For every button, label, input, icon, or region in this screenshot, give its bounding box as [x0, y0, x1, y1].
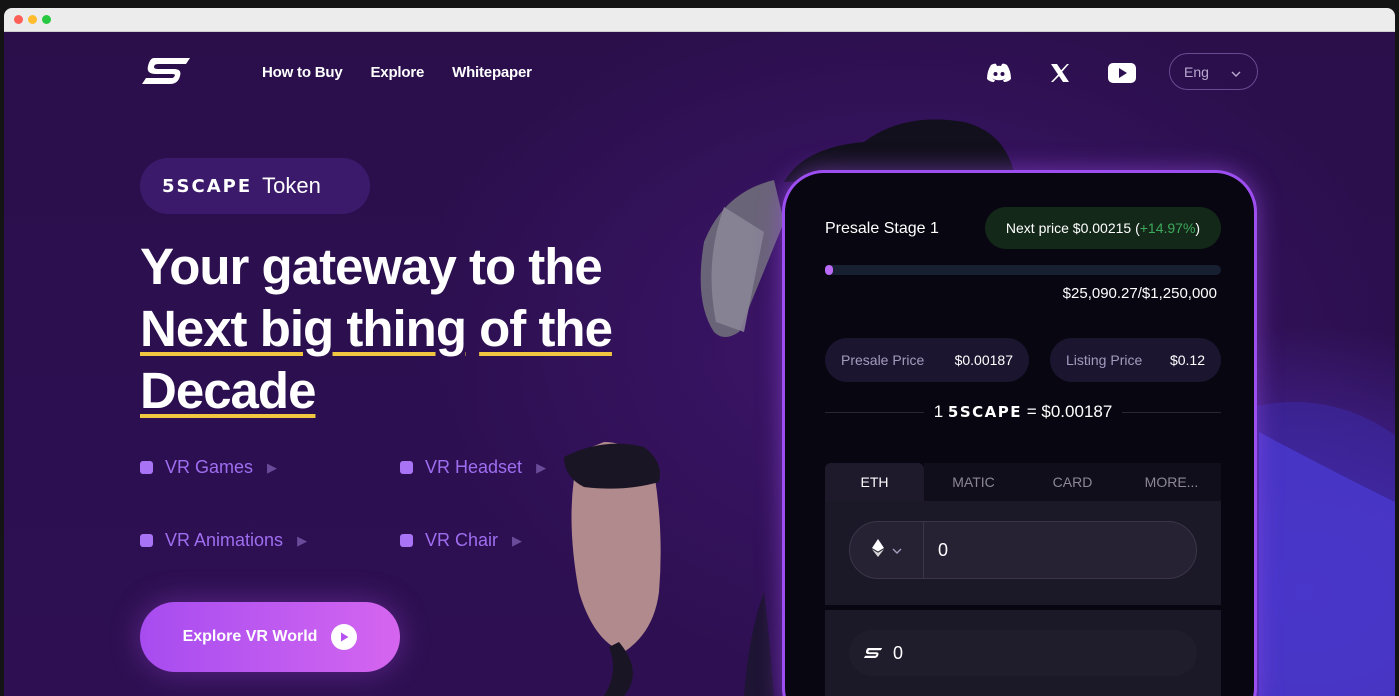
headline-highlight-1: Next big thing — [140, 300, 467, 357]
feature-vr-games[interactable]: VR Games ▶ — [140, 457, 277, 478]
landing-page: How to Buy Explore Whitepaper Eng 5SCAPE… — [4, 32, 1395, 696]
raised-amount: $25,090.27/$1,250,000 — [1062, 285, 1217, 302]
5scape-token-icon — [863, 643, 883, 664]
caret-right-icon: ▶ — [536, 459, 547, 475]
nav-whitepaper[interactable]: Whitepaper — [452, 64, 532, 81]
headline-line-2: Next big thing of the — [140, 298, 613, 360]
rate-brand: 5SCAPE — [947, 403, 1023, 421]
feature-bullet — [140, 461, 153, 474]
exchange-rate: 1 5SCAPE = $0.00187 — [825, 402, 1222, 422]
feature-label: VR Chair — [425, 530, 499, 550]
token-brand: 5SCAPE — [162, 175, 253, 197]
tab-card[interactable]: CARD — [1023, 463, 1122, 501]
language-select[interactable]: Eng — [1169, 53, 1258, 90]
feature-bullet — [400, 461, 413, 474]
cta-label: Explore VR World — [182, 628, 318, 645]
divider — [1122, 411, 1222, 413]
listing-price-label: Listing Price — [1066, 352, 1143, 368]
nav-explore[interactable]: Explore — [371, 64, 425, 81]
feature-bullet — [400, 534, 413, 547]
feature-label: VR Headset — [425, 457, 523, 477]
presale-price-pill: Presale Price $0.00187 — [825, 338, 1029, 382]
presale-stage: Presale Stage 1 — [825, 220, 939, 237]
presale-progress-fill — [825, 265, 833, 275]
x-icon[interactable] — [1045, 59, 1075, 87]
receive-panel: 0 — [825, 610, 1221, 696]
presale-price-value: $0.00187 — [954, 352, 1013, 368]
chevron-down-icon — [892, 541, 902, 559]
presale-price-label: Presale Price — [841, 352, 925, 368]
currency-select[interactable] — [850, 522, 924, 578]
5scape-logo[interactable] — [140, 56, 192, 86]
headline-highlight-3: Decade — [140, 362, 316, 419]
headline-line-1: Your gateway to the — [140, 238, 603, 295]
tab-matic[interactable]: MATIC — [924, 463, 1023, 501]
presale-progress-bar — [825, 265, 1221, 275]
payment-tabs: ETH MATIC CARD MORE... — [825, 463, 1221, 501]
receive-amount: 0 — [893, 642, 904, 663]
next-price-close: ) — [1195, 220, 1201, 236]
caret-right-icon: ▶ — [267, 459, 278, 475]
tab-more[interactable]: MORE... — [1122, 463, 1221, 501]
headline-line-3: Decade — [140, 360, 612, 422]
next-price-badge: Next price $0.00215 (+14.97%) — [985, 207, 1221, 249]
feature-vr-animations[interactable]: VR Animations ▶ — [140, 530, 307, 551]
youtube-icon[interactable] — [1107, 59, 1137, 87]
feature-bullet — [140, 534, 153, 547]
listing-price-pill: Listing Price $0.12 — [1050, 338, 1221, 382]
browser-window: How to Buy Explore Whitepaper Eng 5SCAPE… — [4, 8, 1395, 696]
token-badge: 5SCAPE Token — [140, 158, 370, 214]
close-window-button[interactable] — [14, 15, 23, 24]
rate-value: = $0.00187 — [1026, 402, 1113, 421]
feature-vr-chair[interactable]: VR Chair ▶ — [400, 530, 522, 551]
token-word: Token — [262, 173, 321, 198]
receive-amount-field[interactable]: 0 — [849, 630, 1197, 676]
discord-icon[interactable] — [984, 59, 1014, 87]
feature-vr-headset[interactable]: VR Headset ▶ — [400, 457, 546, 478]
rate-prefix: 1 — [933, 402, 944, 421]
next-price-pct: +14.97% — [1139, 220, 1196, 236]
window-titlebar — [4, 8, 1395, 32]
chevron-down-icon — [1231, 64, 1241, 80]
feature-label: VR Games — [165, 457, 254, 477]
minimize-window-button[interactable] — [28, 15, 37, 24]
tab-eth[interactable]: ETH — [825, 463, 924, 501]
pay-amount-input[interactable]: 0 — [924, 540, 948, 561]
pay-amount-field: 0 — [849, 521, 1197, 579]
language-label: Eng — [1184, 63, 1209, 80]
pay-panel: 0 — [825, 501, 1221, 605]
next-price-label: Next price $0.00215 ( — [1005, 220, 1140, 236]
listing-price-value: $0.12 — [1169, 352, 1205, 368]
caret-right-icon: ▶ — [512, 532, 523, 548]
maximize-window-button[interactable] — [42, 15, 51, 24]
divider — [825, 411, 924, 413]
nav-how-to-buy[interactable]: How to Buy — [262, 64, 343, 81]
play-icon — [331, 624, 358, 650]
rate-text: 1 5SCAPE = $0.00187 — [934, 402, 1113, 422]
hero-headline: Your gateway to the Next big thing of th… — [140, 236, 613, 422]
headline-highlight-2: of the — [479, 300, 613, 357]
feature-label: VR Animations — [165, 530, 284, 550]
explore-vr-world-button[interactable]: Explore VR World — [140, 602, 400, 672]
caret-right-icon: ▶ — [297, 532, 308, 548]
main-nav: How to Buy Explore Whitepaper — [262, 64, 532, 81]
ethereum-icon — [871, 538, 884, 562]
presale-card: Presale Stage 1 Next price $0.00215 (+14… — [782, 170, 1257, 696]
